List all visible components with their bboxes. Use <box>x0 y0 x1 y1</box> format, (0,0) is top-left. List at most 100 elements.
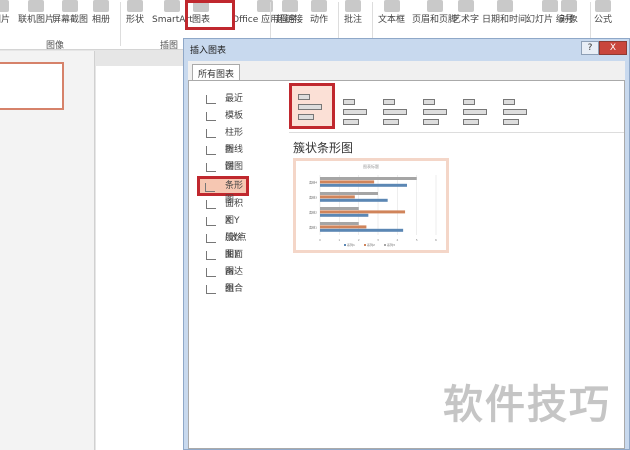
ribbon-icon <box>541 0 558 12</box>
ribbon-button[interactable]: 文本框 <box>378 0 405 34</box>
ribbon-button[interactable]: 公式 <box>594 0 612 34</box>
category-item[interactable]: X Y (散点图) <box>201 213 247 260</box>
watermark: 软件技巧 <box>443 382 611 428</box>
tick-label: 4 <box>396 238 398 242</box>
category-label: 饼图 <box>225 162 244 172</box>
ribbon-button[interactable]: 日期和时间 <box>482 0 527 34</box>
bar <box>320 225 367 229</box>
bar <box>320 213 369 217</box>
tick-label: 3 <box>377 238 379 242</box>
ribbon-icon <box>164 0 181 12</box>
category-item[interactable]: 曲面图 <box>201 247 247 277</box>
category-item[interactable]: 最近 <box>201 91 247 108</box>
bar <box>320 198 388 202</box>
ribbon-button-label: 批注 <box>344 15 363 25</box>
chart-title: 图表标题 <box>363 163 379 169</box>
ribbon-button-label: 形状 <box>126 15 145 25</box>
ribbon-button[interactable]: 联机图片 <box>18 0 54 34</box>
chart-category-icon <box>206 146 216 155</box>
slide-thumbnail[interactable] <box>0 62 64 110</box>
legend-label: 系列3 <box>387 242 395 247</box>
bar-subtype-icon[interactable] <box>337 91 371 125</box>
category-label: 类别3 <box>309 195 317 200</box>
ribbon-group-label: 插图 <box>160 41 179 51</box>
ribbon-button-label: 屏幕截图 <box>52 15 89 25</box>
chart-category-icon <box>206 285 216 294</box>
help-button[interactable]: ? <box>581 41 599 55</box>
ribbon-icon <box>0 0 9 12</box>
ribbon-button-label: 公式 <box>594 15 613 25</box>
preview-chart: 图表标题 0 1 2 3 4 5 6 类别1 类别2 类别3 类别4 系列1 系列2 系列3 <box>309 163 437 247</box>
category-item[interactable]: 面积图 <box>201 196 247 226</box>
chart-category-icon <box>205 183 215 192</box>
ribbon-button-label: 超链接 <box>276 15 304 25</box>
divider <box>120 2 121 46</box>
category-label: 类别4 <box>309 180 317 185</box>
ribbon-group-label: 图像 <box>46 41 65 51</box>
category-label: 模板 <box>225 111 244 121</box>
ribbon-button-label: 文本框 <box>378 15 406 25</box>
tick-label: 2 <box>358 238 360 242</box>
ribbon-button[interactable]: 图片 <box>0 0 10 34</box>
ribbon-icon <box>426 0 443 12</box>
category-item[interactable]: 股价图 <box>201 230 247 260</box>
ribbon-icon <box>457 0 474 12</box>
chart-category-icon <box>206 112 216 121</box>
legend-swatch <box>344 244 346 246</box>
chart-button-highlight <box>185 0 235 30</box>
ribbon-button[interactable]: 相册 <box>92 0 110 34</box>
tick-label: 6 <box>435 238 437 242</box>
bar <box>320 228 404 232</box>
bar <box>320 177 417 180</box>
chart-category-icon <box>206 234 216 243</box>
bar <box>320 195 355 199</box>
bar-subtype-icon[interactable] <box>457 91 491 125</box>
ribbon-button[interactable]: 艺术字 <box>452 0 479 34</box>
chart-category-icon <box>206 217 216 226</box>
ribbon-button-label: 联机图片 <box>18 15 55 25</box>
category-label: 类别2 <box>309 210 317 215</box>
ribbon-button[interactable]: 形状 <box>126 0 144 34</box>
category-item[interactable]: 条形图 <box>197 176 249 205</box>
ribbon-button-label: 页眉和页脚 <box>412 15 458 25</box>
bar-subtype-icon[interactable] <box>377 91 411 125</box>
ribbon-button[interactable]: 超链接 <box>276 0 303 34</box>
ribbon-icon <box>93 0 109 12</box>
slide-canvas[interactable] <box>96 66 196 450</box>
bar <box>320 192 378 195</box>
category-item[interactable]: 组合 <box>201 281 247 298</box>
ribbon-button[interactable]: 批注 <box>344 0 362 34</box>
legend-label: 系列1 <box>347 242 355 247</box>
ribbon-button-label: 动作 <box>310 15 329 25</box>
chart-category-list: 最近模板柱形图 折线图 饼图条形图 面积图 X Y (散点图) 股价图 曲面图 雷达图 组合 <box>197 91 249 298</box>
bar-subtype-icon[interactable] <box>417 91 451 125</box>
bar <box>320 210 406 214</box>
dialog-title: 插入图表 <box>190 46 227 56</box>
bar-subtype-icon[interactable] <box>497 91 531 125</box>
category-item[interactable]: 雷达图 <box>201 264 247 294</box>
category-label: 类别1 <box>309 225 317 230</box>
category-item[interactable]: 折线图 <box>201 142 247 172</box>
category-label: 最近 <box>225 94 244 104</box>
category-item[interactable]: 模板 <box>201 108 247 125</box>
chart-preview[interactable]: 图表标题 0 1 2 3 4 5 6 类别1 类别2 类别3 类别4 系列1 系列2 系列3 <box>293 158 449 253</box>
chart-subtype-row <box>289 83 624 133</box>
ribbon-icon <box>496 0 513 12</box>
legend-label: 系列2 <box>367 242 375 247</box>
ribbon-button-label: 对象 <box>560 15 579 25</box>
tick-label: 5 <box>416 238 418 242</box>
tick-label: 1 <box>338 238 340 242</box>
ribbon-button-label: 相册 <box>92 15 111 25</box>
category-item[interactable]: 柱形图 <box>201 125 247 155</box>
ribbon-button[interactable]: 对象 <box>560 0 578 34</box>
category-item[interactable]: 饼图 <box>201 159 247 176</box>
slide-thumbnails-panel <box>0 51 95 450</box>
ribbon-button[interactable]: 屏幕截图 <box>52 0 88 34</box>
ribbon-icon <box>345 0 361 12</box>
ribbon-button[interactable]: 页眉和页脚 <box>412 0 457 34</box>
chart-category-icon <box>206 95 216 104</box>
bar-subtype-icon[interactable] <box>289 83 335 129</box>
ribbon-button[interactable]: 动作 <box>310 0 328 34</box>
tick-label: 0 <box>319 238 321 242</box>
close-button[interactable]: X <box>599 41 627 55</box>
